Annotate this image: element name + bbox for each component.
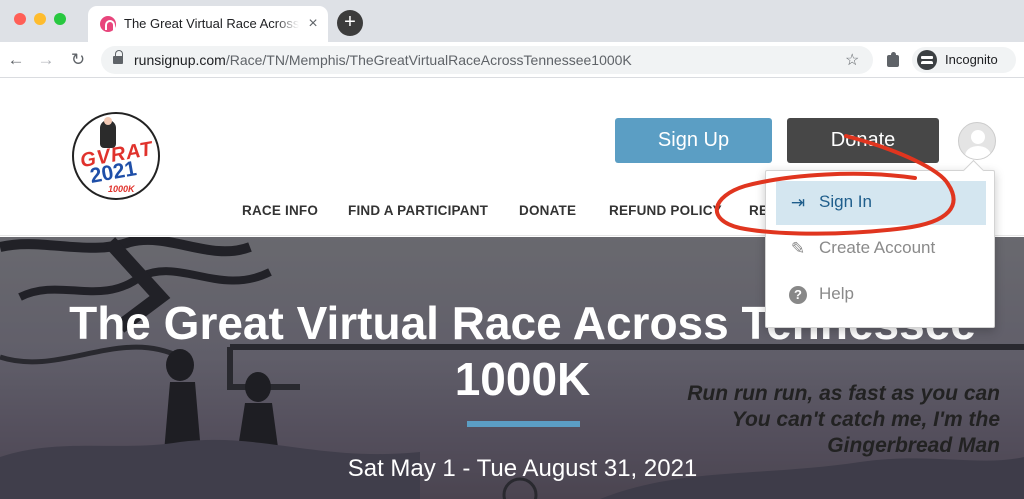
- magic-wand-icon: ✎: [790, 239, 806, 258]
- tab-close-icon[interactable]: ×: [304, 15, 322, 33]
- browser-toolbar: ← → ↻ runsignup.com/Race/TN/Memphis/TheG…: [0, 42, 1024, 78]
- extensions-puzzle-icon[interactable]: [886, 52, 902, 68]
- forward-arrow-icon[interactable]: →: [34, 48, 58, 72]
- menu-item-create-account[interactable]: ✎ Create Account: [776, 227, 986, 271]
- browser-tab[interactable]: The Great Virtual Race Across Tennessee …: [88, 6, 328, 42]
- tab-title: The Great Virtual Race Across Tennessee …: [124, 16, 299, 31]
- runsignup-favicon-icon: [100, 16, 116, 32]
- race-title-line: 1000K: [454, 353, 591, 405]
- nav-item-donate[interactable]: DONATE: [519, 203, 576, 218]
- nav-item-race-info[interactable]: RACE INFO: [242, 203, 318, 218]
- back-arrow-icon[interactable]: ←: [4, 48, 28, 72]
- incognito-label: Incognito: [945, 52, 998, 67]
- lock-icon[interactable]: [113, 50, 123, 66]
- browser-tab-bar: The Great Virtual Race Across Tennessee …: [0, 0, 1024, 42]
- nav-item-refund-policy[interactable]: REFUND POLICY: [609, 203, 722, 218]
- account-dropdown-menu: ⇥ Sign In ✎ Create Account ? Help: [765, 170, 995, 328]
- hero-graphic-line: You can't catch me, I'm the: [731, 408, 1000, 431]
- user-avatar-icon[interactable]: [958, 122, 996, 160]
- question-circle-icon: ?: [789, 286, 807, 304]
- sign-up-button[interactable]: Sign Up: [615, 118, 772, 163]
- reload-icon[interactable]: ↻: [66, 48, 90, 72]
- address-bar[interactable]: runsignup.com/Race/TN/Memphis/TheGreatVi…: [101, 46, 873, 74]
- close-window-button[interactable]: [14, 13, 26, 25]
- maximize-window-button[interactable]: [54, 13, 66, 25]
- race-logo[interactable]: GVRAT 2021 1000K: [72, 112, 160, 200]
- bookmark-star-icon[interactable]: ☆: [845, 50, 859, 70]
- logo-text-distance: 1000K: [108, 184, 135, 194]
- new-tab-button[interactable]: +: [337, 10, 363, 36]
- menu-item-label: Sign In: [819, 192, 872, 211]
- menu-item-help[interactable]: ? Help: [776, 273, 986, 317]
- donate-button[interactable]: Donate: [787, 118, 939, 163]
- race-dates: Sat May 1 - Tue August 31, 2021: [347, 455, 698, 482]
- url-path: /Race/TN/Memphis/TheGreatVirtualRaceAcro…: [225, 52, 632, 68]
- incognito-icon: [917, 50, 937, 70]
- url-text[interactable]: runsignup.com/Race/TN/Memphis/TheGreatVi…: [134, 52, 632, 68]
- menu-item-label: Help: [819, 284, 854, 303]
- sign-in-icon: ⇥: [790, 193, 806, 212]
- minimize-window-button[interactable]: [34, 13, 46, 25]
- nav-item-find-a-participant[interactable]: FIND A PARTICIPANT: [348, 203, 488, 218]
- menu-item-sign-in[interactable]: ⇥ Sign In: [776, 181, 986, 225]
- incognito-profile-button[interactable]: Incognito: [912, 47, 1016, 73]
- menu-item-label: Create Account: [819, 238, 936, 257]
- title-divider: [467, 421, 580, 427]
- url-host: runsignup.com: [134, 52, 226, 68]
